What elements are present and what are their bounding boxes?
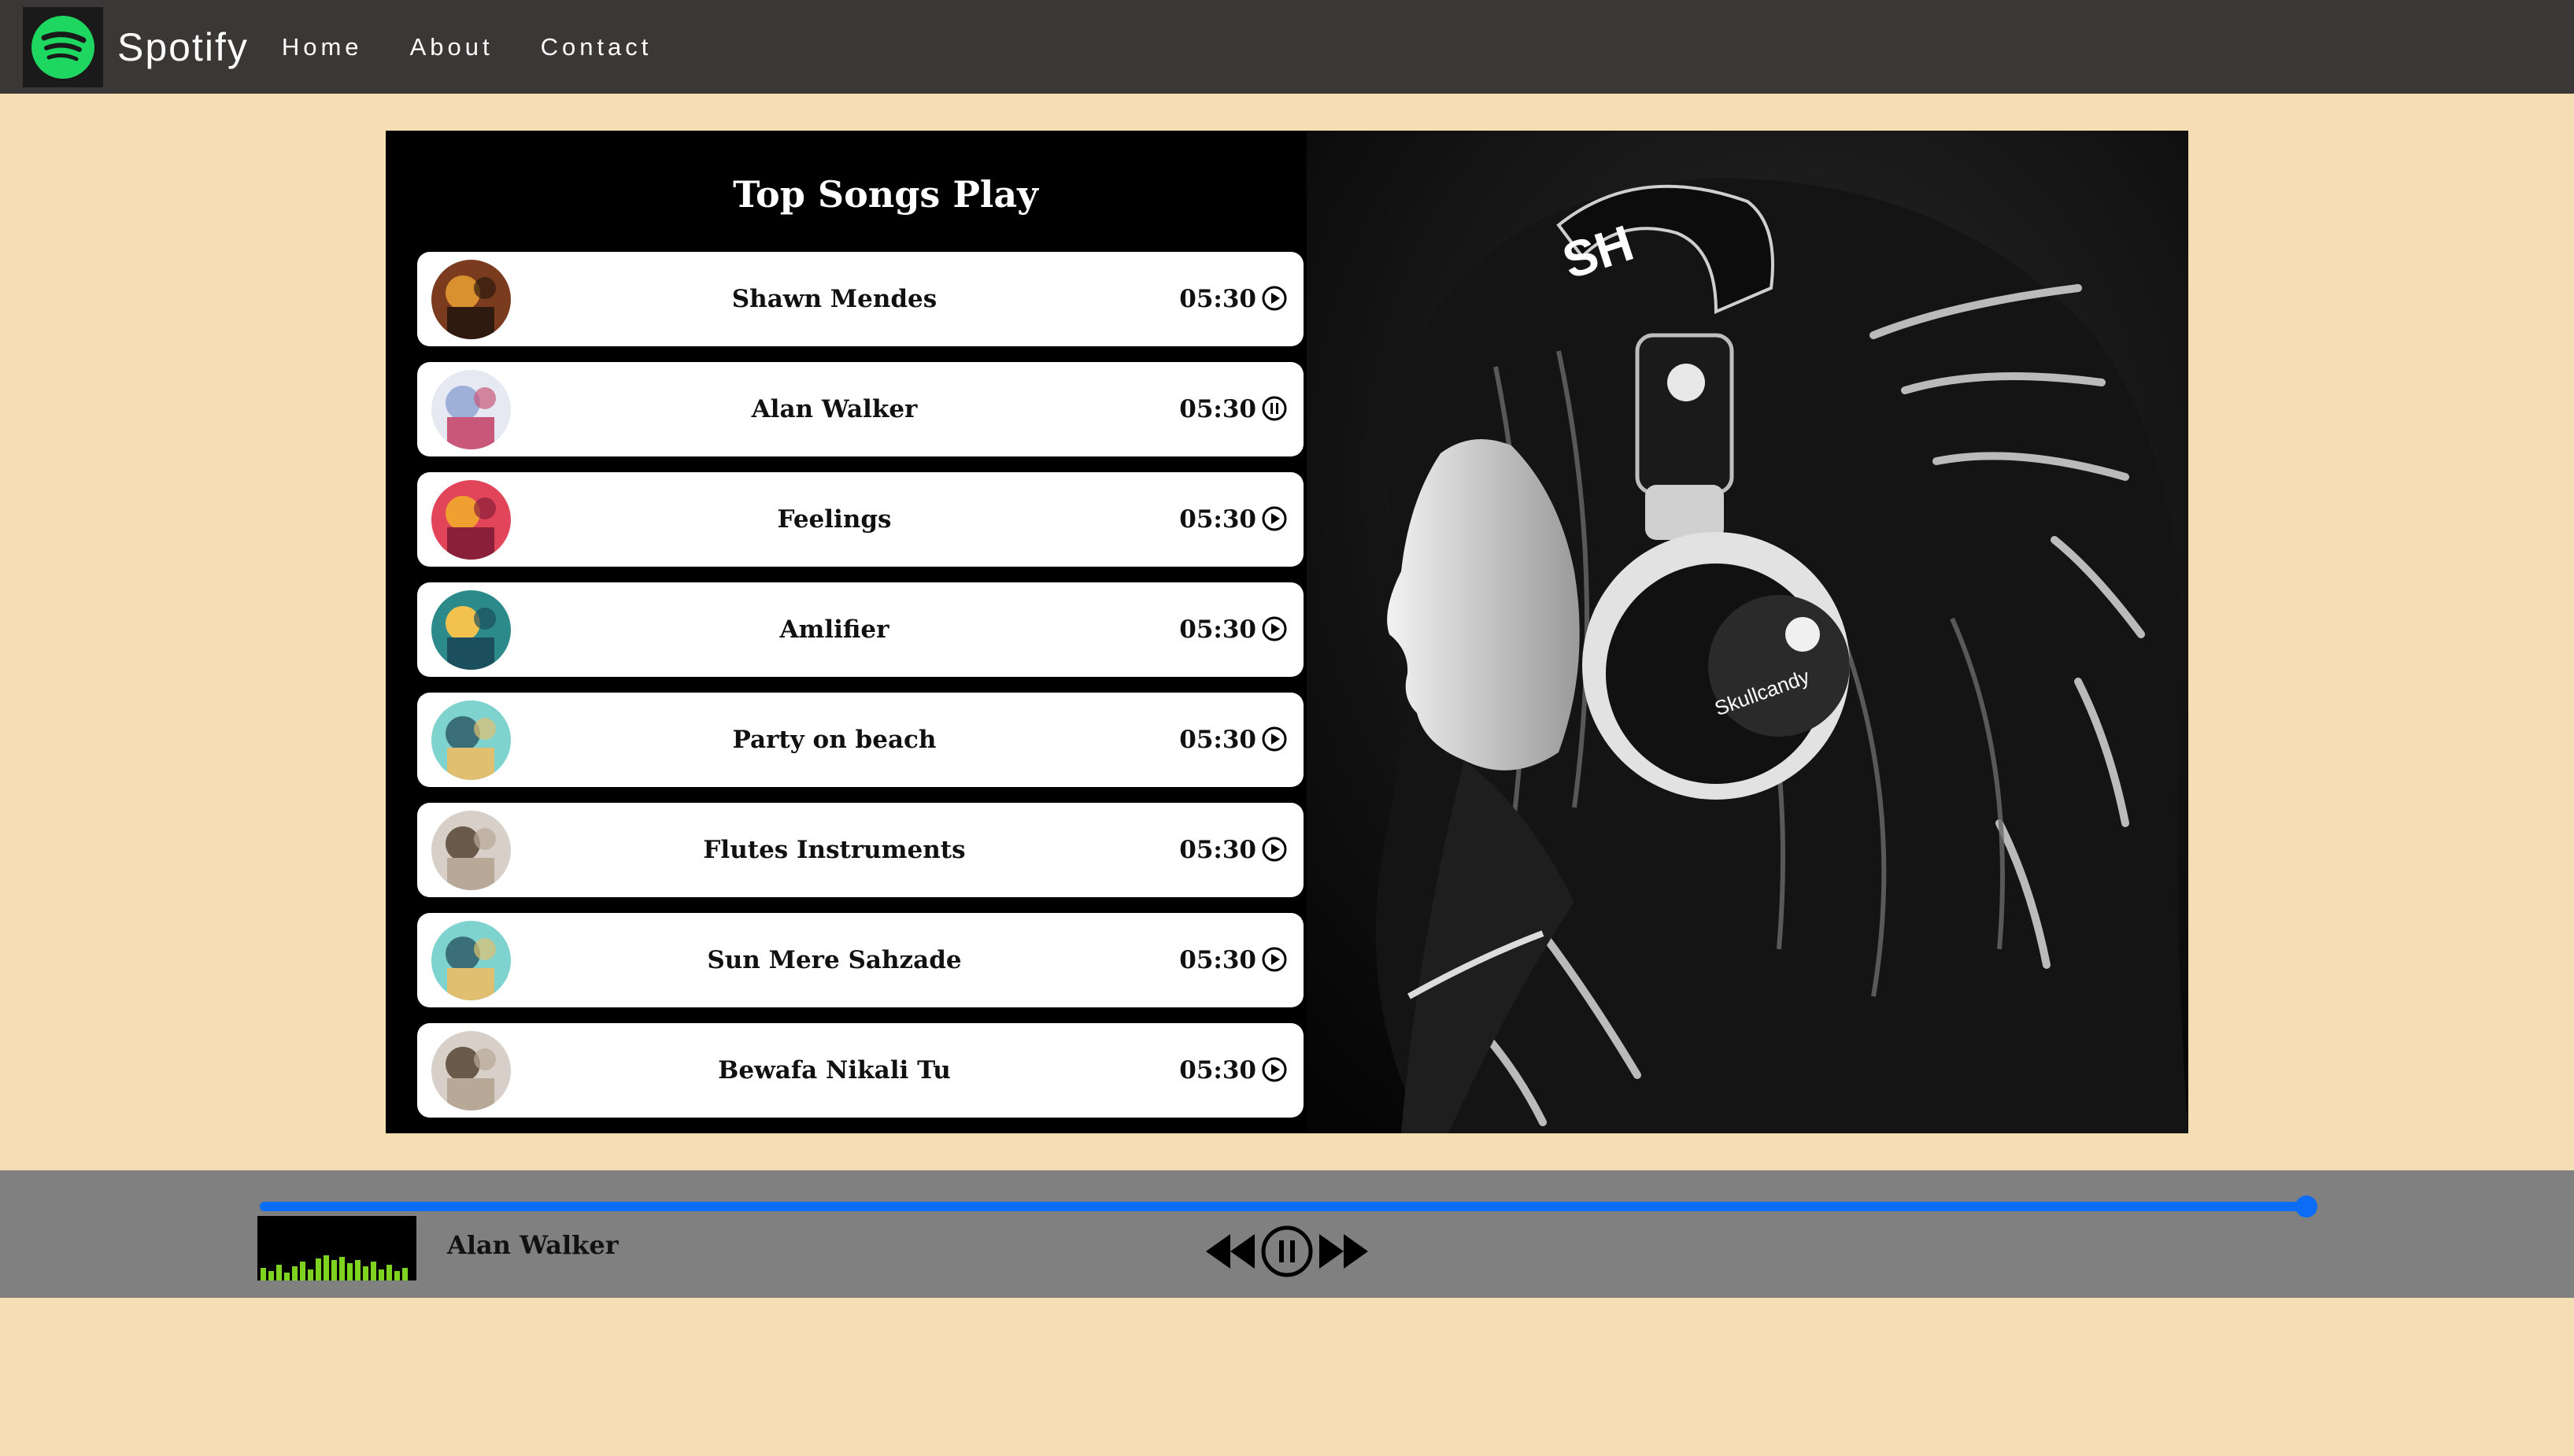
song-name: Sun Mere Sahzade xyxy=(707,946,962,974)
play-circle-icon[interactable] xyxy=(1261,615,1288,642)
nav-links: Home About Contact xyxy=(282,33,700,61)
song-cover-image xyxy=(431,480,511,560)
playback-controls xyxy=(1204,1222,1370,1280)
song-name: Shawn Mendes xyxy=(731,285,938,313)
song-cover-image xyxy=(431,1031,511,1110)
progress-fill xyxy=(260,1202,2306,1211)
song-item[interactable]: Sun Mere Sahzade 05:30 xyxy=(417,913,1304,1007)
song-cover-image xyxy=(431,700,511,780)
song-duration: 05:30 xyxy=(1179,285,1256,313)
play-circle-icon[interactable] xyxy=(1261,726,1288,752)
song-item[interactable]: Shawn Mendes 05:30 xyxy=(417,252,1304,346)
song-item[interactable]: Feelings 05:30 xyxy=(417,472,1304,567)
navbar: Spotify Home About Contact xyxy=(0,0,2574,94)
song-cover-image xyxy=(431,811,511,890)
song-duration: 05:30 xyxy=(1179,726,1256,754)
song-name: Flutes Instruments xyxy=(703,836,966,864)
progress-bar[interactable] xyxy=(260,1195,2317,1218)
brand-name[interactable]: Spotify xyxy=(117,24,249,70)
pause-circle-icon[interactable] xyxy=(1261,395,1288,422)
nav-link-home[interactable]: Home xyxy=(282,33,363,61)
song-name: Bewafa Nikali Tu xyxy=(718,1056,951,1085)
main-panel: Top Songs Play Shawn Mendes 05:30 Alan Wal… xyxy=(386,131,2188,1133)
play-circle-icon[interactable] xyxy=(1261,505,1288,532)
nav-link-about[interactable]: About xyxy=(410,33,494,61)
song-item[interactable]: Bewafa Nikali Tu 05:30 xyxy=(417,1023,1304,1118)
song-duration: 05:30 xyxy=(1179,615,1256,644)
song-cover-image xyxy=(431,921,511,1000)
song-name: Amlifier xyxy=(779,615,889,644)
progress-thumb[interactable] xyxy=(2295,1195,2317,1218)
song-duration: 05:30 xyxy=(1179,1056,1256,1085)
pause-circle-icon[interactable] xyxy=(1260,1225,1314,1278)
song-duration: 05:30 xyxy=(1179,946,1256,974)
song-duration: 05:30 xyxy=(1179,505,1256,534)
hero-image: SH Skullcandy xyxy=(1307,131,2188,1133)
play-circle-icon[interactable] xyxy=(1261,1056,1288,1083)
song-cover-image xyxy=(431,370,511,449)
song-item[interactable]: Alan Walker 05:30 xyxy=(417,362,1304,456)
spotify-logo-icon[interactable] xyxy=(23,6,103,87)
song-name: Alan Walker xyxy=(751,395,918,423)
song-list-title: Top Songs Play xyxy=(733,173,1038,216)
brand[interactable]: Spotify xyxy=(23,6,249,87)
play-circle-icon[interactable] xyxy=(1261,946,1288,973)
song-duration: 05:30 xyxy=(1179,395,1256,423)
song-cover-image xyxy=(431,260,511,339)
song-item[interactable]: Amlifier 05:30 xyxy=(417,582,1304,677)
nav-link-contact[interactable]: Contact xyxy=(541,33,653,61)
song-cover-image xyxy=(431,590,511,670)
play-circle-icon[interactable] xyxy=(1261,285,1288,312)
song-duration: 05:30 xyxy=(1179,836,1256,864)
song-item[interactable]: Flutes Instruments 05:30 xyxy=(417,803,1304,897)
player-bar: Alan Walker xyxy=(0,1170,2574,1298)
play-circle-icon[interactable] xyxy=(1261,836,1288,863)
next-icon[interactable] xyxy=(1318,1231,1370,1272)
song-list: Top Songs Play Shawn Mendes 05:30 Alan Wal… xyxy=(386,131,1307,1133)
now-playing-title: Alan Walker xyxy=(447,1230,619,1260)
equalizer-gif xyxy=(257,1216,416,1280)
song-item[interactable]: Party on beach 05:30 xyxy=(417,693,1304,787)
previous-icon[interactable] xyxy=(1204,1231,1256,1272)
song-name: Party on beach xyxy=(732,726,937,754)
song-name: Feelings xyxy=(777,505,892,534)
